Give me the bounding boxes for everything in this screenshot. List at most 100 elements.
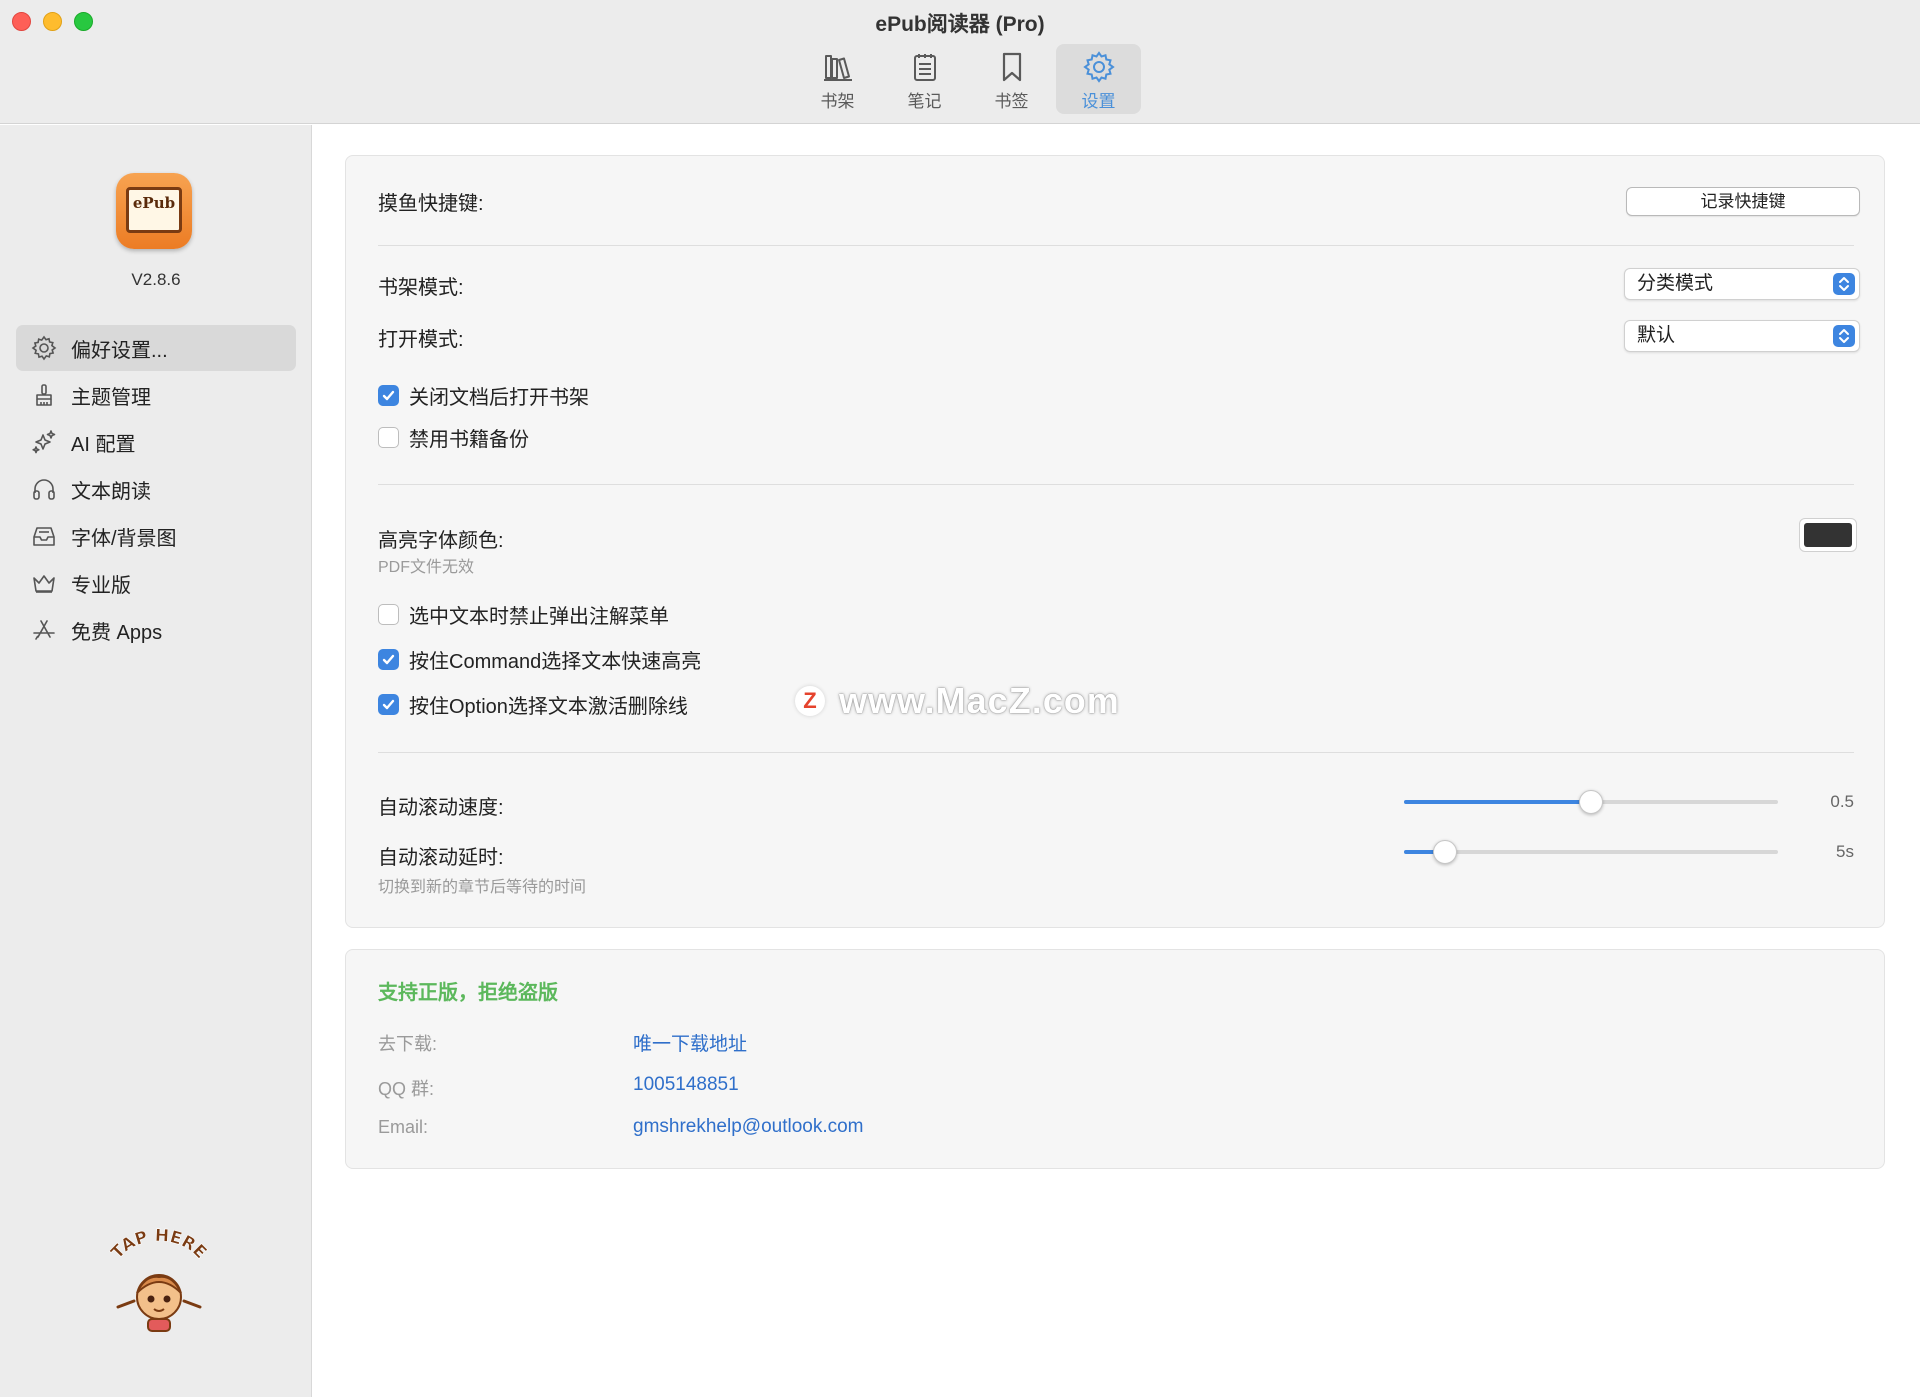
checkbox-checked[interactable] <box>378 694 399 715</box>
highlight-color-label: 高亮字体颜色: <box>378 530 504 552</box>
watermark-logo: Z <box>795 686 825 716</box>
window-title: ePub阅读器 (Pro) <box>875 13 1045 36</box>
open-mode-value: 默认 <box>1637 325 1676 346</box>
tap-here-mascot[interactable]: TAP HERE <box>104 1226 214 1337</box>
bookshelf-icon <box>823 55 852 81</box>
disable-book-backup-checkbox[interactable]: 禁用书籍备份 <box>378 423 529 452</box>
tab-settings[interactable]: 设置 <box>1056 44 1141 114</box>
option-strikethrough-checkbox[interactable]: 按住Option选择文本激活删除线 <box>378 690 688 719</box>
sidebar-item-label: 偏好设置... <box>71 339 168 362</box>
qq-key: QQ 群: <box>378 1079 435 1099</box>
command-quick-highlight-checkbox[interactable]: 按住Command选择文本快速高亮 <box>378 645 701 674</box>
shortcut-label: 摸鱼快捷键: <box>378 193 484 215</box>
highlight-color-well[interactable] <box>1799 518 1857 552</box>
gear-icon <box>1082 51 1115 83</box>
email-link[interactable]: gmshrekhelp@outlook.com <box>633 1116 864 1138</box>
app-icon: ePub <box>116 173 192 249</box>
book-icon: ePub <box>126 187 182 233</box>
gear-icon <box>31 335 57 361</box>
scroll-speed-label: 自动滚动速度: <box>378 797 504 819</box>
support-title: 支持正版，拒绝盗版 <box>378 982 558 1004</box>
sidebar-item-themes[interactable]: 主题管理 <box>16 372 296 418</box>
scroll-delay-hint: 切换到新的章节后等待的时间 <box>378 879 587 896</box>
sidebar-item-free-apps[interactable]: 免费 Apps <box>16 607 296 653</box>
checkbox-unchecked[interactable] <box>378 427 399 448</box>
tab-bookmarks[interactable]: 书签 <box>969 44 1054 114</box>
shelf-mode-label: 书架模式: <box>378 277 464 299</box>
scroll-delay-slider[interactable] <box>1404 837 1778 867</box>
checkbox-unchecked[interactable] <box>378 604 399 625</box>
checkbox-checked[interactable] <box>378 385 399 406</box>
checkmark-icon <box>382 699 395 710</box>
sidebar-item-label: AI 配置 <box>71 433 136 456</box>
checkmark-icon <box>382 390 395 401</box>
checkmark-icon <box>382 654 395 665</box>
scroll-delay-label: 自动滚动延时: <box>378 847 504 869</box>
download-key: 去下载: <box>378 1034 438 1054</box>
watermark: Z www.MacZ.com <box>795 680 1120 722</box>
open-mode-label: 打开模式: <box>378 329 464 351</box>
scroll-speed-value: 0.5 <box>1830 792 1854 811</box>
disable-annotation-menu-checkbox[interactable]: 选中文本时禁止弹出注解菜单 <box>378 600 669 629</box>
notes-icon <box>913 54 936 81</box>
sidebar-item-pro[interactable]: 专业版 <box>16 560 296 606</box>
mascot-icon: TAP HERE <box>107 1226 211 1332</box>
sidebar-item-label: 字体/背景图 <box>71 527 177 550</box>
color-swatch <box>1804 523 1852 547</box>
sidebar-item-label: 专业版 <box>71 574 131 597</box>
support-panel: 支持正版，拒绝盗版 去下载: 唯一下载地址 QQ 群: 1005148851 E… <box>345 949 1885 1169</box>
checkbox-label: 按住Command选择文本快速高亮 <box>409 651 702 673</box>
app-version: V2.8.6 <box>131 270 181 289</box>
divider <box>378 484 1854 485</box>
sparkles-icon <box>32 430 56 454</box>
open-shelf-after-close-checkbox[interactable]: 关闭文档后打开书架 <box>378 381 589 410</box>
tab-notes[interactable]: 笔记 <box>882 44 967 114</box>
slider-knob[interactable] <box>1579 790 1603 814</box>
preferences-panel: 摸鱼快捷键: 记录快捷键 书架模式: 分类模式 打开模式: 默认 关闭文档后打开… <box>345 155 1885 928</box>
sidebar: ePub V2.8.6 偏好设置... 主题管理 AI 配置 文本朗读 字体/背… <box>0 125 312 1397</box>
shelf-mode-select[interactable]: 分类模式 <box>1624 268 1860 300</box>
tab-label: 书签 <box>994 92 1029 111</box>
divider <box>378 752 1854 753</box>
title-bar: ePub阅读器 (Pro) 书架 笔记 书签 设置 <box>0 0 1920 124</box>
tray-icon <box>33 527 55 546</box>
open-mode-select[interactable]: 默认 <box>1624 320 1860 352</box>
download-link[interactable]: 唯一下载地址 <box>633 1029 747 1056</box>
crown-icon <box>33 575 55 593</box>
sidebar-item-fonts-backgrounds[interactable]: 字体/背景图 <box>16 513 296 559</box>
checkbox-checked[interactable] <box>378 649 399 670</box>
sidebar-item-preferences[interactable]: 偏好设置... <box>16 325 296 371</box>
tab-label: 书架 <box>820 92 855 111</box>
checkbox-label: 禁用书籍备份 <box>409 429 529 451</box>
tab-bookshelf[interactable]: 书架 <box>795 44 880 114</box>
app-store-icon <box>33 620 55 640</box>
watermark-text: www.MacZ.com <box>839 680 1120 721</box>
toolbar-tabs: 书架 笔记 书签 设置 <box>795 44 1141 114</box>
tab-label: 笔记 <box>907 92 942 111</box>
shelf-mode-value: 分类模式 <box>1637 273 1714 294</box>
slider-fill <box>1404 800 1591 804</box>
svg-text:TAP HERE: TAP HERE <box>107 1227 210 1263</box>
tab-label: 设置 <box>1081 92 1116 111</box>
scroll-speed-slider[interactable] <box>1404 787 1778 817</box>
brush-icon <box>36 384 52 406</box>
slider-track <box>1404 850 1778 854</box>
checkbox-label: 关闭文档后打开书架 <box>409 387 589 409</box>
scroll-delay-value: 5s <box>1836 842 1854 861</box>
slider-knob[interactable] <box>1433 840 1458 864</box>
sidebar-item-ai-config[interactable]: AI 配置 <box>16 419 296 465</box>
sidebar-item-label: 免费 Apps <box>71 621 163 644</box>
highlight-color-hint: PDF文件无效 <box>378 559 475 576</box>
bookmark-icon <box>1002 52 1021 82</box>
sidebar-item-label: 主题管理 <box>71 386 151 409</box>
chevron-updown-icon <box>1833 273 1855 295</box>
divider <box>378 245 1854 246</box>
checkbox-label: 按住Option选择文本激活删除线 <box>409 696 688 718</box>
email-key: Email: <box>378 1117 429 1137</box>
sidebar-item-tts[interactable]: 文本朗读 <box>16 466 296 512</box>
sidebar-nav: 偏好设置... 主题管理 AI 配置 文本朗读 字体/背景图 专业版 免费 Ap… <box>16 325 296 654</box>
headphones-icon <box>33 479 55 500</box>
record-shortcut-button[interactable]: 记录快捷键 <box>1626 187 1860 216</box>
checkbox-label: 选中文本时禁止弹出注解菜单 <box>409 606 669 628</box>
qq-group-link[interactable]: 1005148851 <box>633 1074 739 1096</box>
